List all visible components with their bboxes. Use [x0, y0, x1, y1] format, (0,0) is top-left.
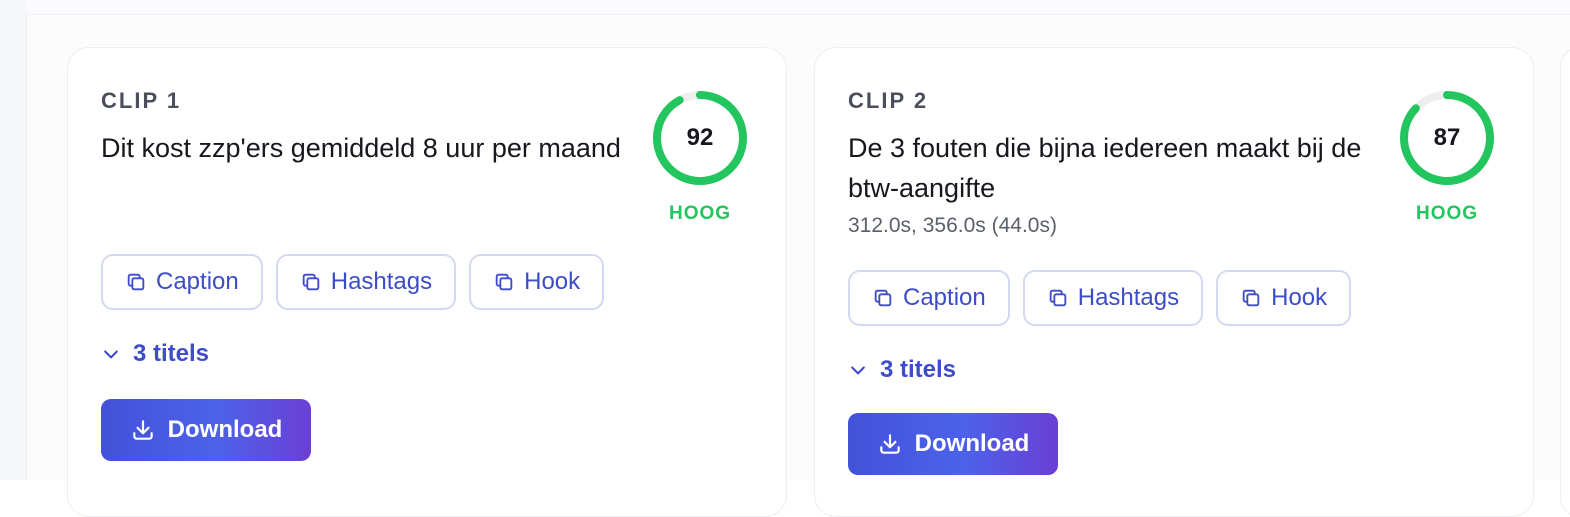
chevron-down-icon	[104, 350, 118, 359]
copy-hashtags-button[interactable]: Hashtags	[275, 254, 457, 310]
download-button[interactable]: Download	[848, 413, 1058, 475]
titles-toggle-label: 3 titels	[880, 356, 957, 383]
titles-toggle-label: 3 titels	[133, 340, 210, 367]
copy-buttons: Caption Hashtags Hook	[848, 270, 1352, 326]
score-value: 92	[686, 124, 714, 151]
download-button[interactable]: Download	[101, 399, 311, 461]
left-gutter	[0, 0, 27, 480]
copy-icon	[1049, 289, 1066, 307]
copy-caption-button[interactable]: Caption	[101, 254, 263, 310]
clip-title: De 3 fouten die bijna iedereen maakt bij…	[848, 133, 1362, 203]
clip-card-1: CLIP 1 Dit kost zzp'ers gemiddeld 8 uur …	[67, 47, 787, 517]
clip-card-2: CLIP 2 De 3 fouten die bijna iedereen ma…	[814, 47, 1534, 517]
chevron-down-icon	[851, 366, 865, 375]
copy-buttons: Caption Hashtags Hook	[101, 254, 605, 310]
copy-icon	[495, 273, 513, 291]
copy-hashtags-button[interactable]: Hashtags	[1022, 270, 1204, 326]
copy-hook-label: Hook	[1271, 284, 1328, 311]
download-icon	[879, 434, 900, 454]
download-label: Download	[167, 416, 283, 443]
copy-hook-button[interactable]: Hook	[469, 254, 605, 310]
score-label: HOOG	[668, 203, 732, 224]
download-icon	[132, 420, 153, 440]
copy-hashtags-label: Hashtags	[1077, 284, 1180, 311]
copy-hook-button[interactable]: Hook	[1216, 270, 1352, 326]
score-ring: 87	[1397, 88, 1497, 188]
copy-caption-label: Caption	[156, 268, 239, 295]
score-label: HOOG	[1415, 203, 1479, 224]
copy-icon	[874, 289, 892, 307]
clip-label: CLIP 1	[101, 88, 182, 113]
score-ring: 92	[650, 88, 750, 188]
copy-icon	[302, 273, 319, 291]
clip-title: Dit kost zzp'ers gemiddeld 8 uur per maa…	[101, 133, 621, 163]
top-strip	[26, 0, 1570, 15]
clip-card-3-partial	[1560, 47, 1570, 517]
copy-caption-label: Caption	[903, 284, 986, 311]
clip-label: CLIP 2	[848, 88, 929, 113]
copy-hook-label: Hook	[524, 268, 581, 295]
clip-timestamp: 312.0s, 356.0s (44.0s)	[848, 214, 1057, 237]
score-value: 87	[1433, 124, 1461, 151]
titles-toggle[interactable]: 3 titels	[101, 340, 209, 368]
copy-hashtags-label: Hashtags	[330, 268, 433, 295]
download-label: Download	[914, 430, 1030, 457]
copy-caption-button[interactable]: Caption	[848, 270, 1010, 326]
titles-toggle[interactable]: 3 titels	[848, 356, 956, 384]
copy-icon	[1242, 289, 1260, 307]
copy-icon	[127, 273, 145, 291]
